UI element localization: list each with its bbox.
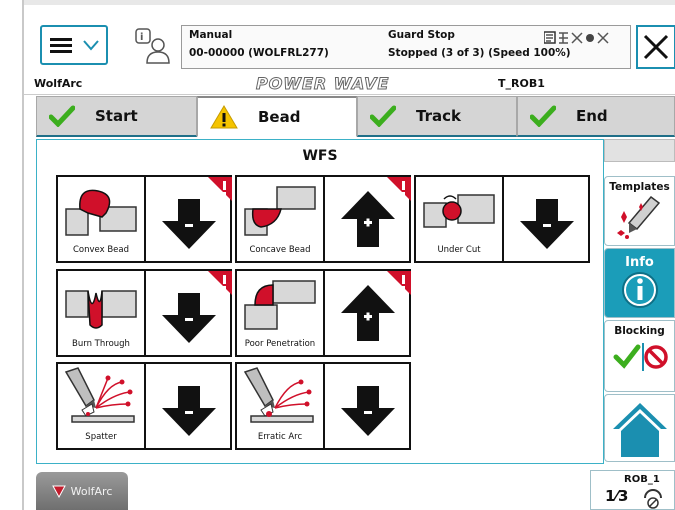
- convex-bead-decrease-button[interactable]: [144, 175, 232, 263]
- wfs-panel: WFS Convex Bead Concave Bead Under Cut B…: [36, 139, 604, 464]
- burn-through-label: Burn Through: [72, 339, 130, 349]
- tab-start[interactable]: Start: [36, 96, 197, 137]
- tab-start-label: Start: [95, 107, 138, 125]
- concave-bead-increase-button[interactable]: [323, 175, 411, 263]
- gear-icon: [586, 34, 594, 42]
- spatter-decrease-button[interactable]: [144, 362, 232, 450]
- wolfarc-logo-icon: [51, 485, 66, 498]
- erratic-arc-decrease-button[interactable]: [323, 362, 411, 450]
- wolfarc-button-label: WolfArc: [70, 484, 113, 498]
- decrease-arrow-icon: [341, 386, 395, 436]
- status-panel[interactable]: Manual 00-00000 (WOLFRL277) Guard Stop S…: [181, 25, 631, 69]
- task-fraction: 1⁄3: [605, 487, 629, 505]
- program-name: 00-00000 (WOLFRL277): [189, 47, 329, 59]
- title-bar: WolfArc POWER WAVE T_ROB1: [24, 73, 675, 95]
- close-icon: [643, 34, 669, 60]
- tab-track-label: Track: [416, 107, 461, 125]
- info-label: Info: [625, 255, 654, 270]
- robot-name: T_ROB1: [498, 77, 545, 90]
- concave-bead-cell[interactable]: Concave Bead: [235, 175, 325, 263]
- tab-bead[interactable]: Bead: [197, 96, 357, 137]
- cross-icon-2: [597, 32, 609, 44]
- tab-bar: Start Bead Track End: [36, 96, 675, 137]
- operating-mode: Manual: [189, 29, 233, 41]
- decrease-arrow-icon: [162, 271, 232, 343]
- sidebar-header-strip: [604, 139, 675, 162]
- decrease-arrow-icon: [520, 199, 574, 249]
- under-cut-label: Under Cut: [437, 245, 481, 255]
- tab-end[interactable]: End: [517, 96, 675, 137]
- safety-state: Guard Stop: [388, 29, 455, 41]
- info-button[interactable]: Info: [604, 248, 675, 318]
- welding-torch-icon: [616, 195, 660, 239]
- hamburger-icon: [50, 38, 72, 53]
- check-icon: [49, 105, 75, 127]
- decrease-arrow-icon: [162, 386, 216, 436]
- blocking-icon: [613, 343, 668, 371]
- speed-override-icon: [644, 489, 662, 509]
- wolfarc-button[interactable]: WolfArc: [36, 472, 128, 510]
- increase-arrow-icon: [341, 271, 411, 341]
- templates-button[interactable]: Templates: [604, 176, 675, 246]
- home-icon: [612, 403, 667, 457]
- power-wave-logo: POWER WAVE: [255, 74, 390, 94]
- svg-text:i: i: [140, 32, 143, 43]
- robot-label: ROB_1: [624, 474, 660, 485]
- top-status-bar: i Manual 00-00000 (WOLFRL277) Guard Stop…: [24, 5, 675, 73]
- user-info-icon[interactable]: i: [134, 25, 170, 65]
- spatter-cell[interactable]: Spatter: [56, 362, 146, 450]
- poor-penetration-label: Poor Penetration: [244, 339, 316, 349]
- erratic-arc-label: Erratic Arc: [257, 432, 303, 442]
- close-button[interactable]: [636, 25, 675, 69]
- templates-label: Templates: [609, 181, 670, 193]
- chevron-down-icon: [83, 40, 99, 51]
- decrease-arrow-icon: [162, 177, 232, 249]
- robot-selector[interactable]: ROB_1 1⁄3: [590, 470, 675, 510]
- under-cut-decrease-button[interactable]: [502, 175, 590, 263]
- spatter-label: Spatter: [85, 432, 117, 442]
- concave-bead-label: Concave Bead: [249, 245, 311, 255]
- status-icons: [544, 31, 609, 44]
- tab-track[interactable]: Track: [357, 96, 517, 137]
- blocking-button[interactable]: Blocking: [604, 320, 675, 392]
- erratic-arc-cell[interactable]: Erratic Arc: [235, 362, 325, 450]
- poor-penetration-increase-button[interactable]: [323, 269, 411, 357]
- warning-icon: [210, 105, 238, 129]
- info-icon: [621, 272, 658, 308]
- home-button[interactable]: [604, 394, 675, 462]
- blocking-label: Blocking: [614, 325, 665, 337]
- poor-penetration-cell[interactable]: Poor Penetration: [235, 269, 325, 357]
- run-state: Stopped (3 of 3) (Speed 100%): [388, 47, 571, 59]
- convex-bead-label: Convex Bead: [72, 245, 130, 255]
- motor-icon: [559, 32, 568, 44]
- panel-title: WFS: [302, 148, 338, 164]
- main-menu-button[interactable]: [40, 25, 108, 65]
- burn-through-decrease-button[interactable]: [144, 269, 232, 357]
- tab-bead-label: Bead: [258, 108, 301, 126]
- tab-end-label: End: [576, 107, 608, 125]
- convex-bead-cell[interactable]: Convex Bead: [56, 175, 146, 263]
- cross-icon: [571, 32, 583, 44]
- check-icon: [370, 105, 396, 127]
- app-name: WolfArc: [34, 77, 83, 90]
- burn-through-cell[interactable]: Burn Through: [56, 269, 146, 357]
- under-cut-cell[interactable]: Under Cut: [414, 175, 504, 263]
- check-icon: [530, 105, 556, 127]
- increase-arrow-icon: [341, 177, 411, 247]
